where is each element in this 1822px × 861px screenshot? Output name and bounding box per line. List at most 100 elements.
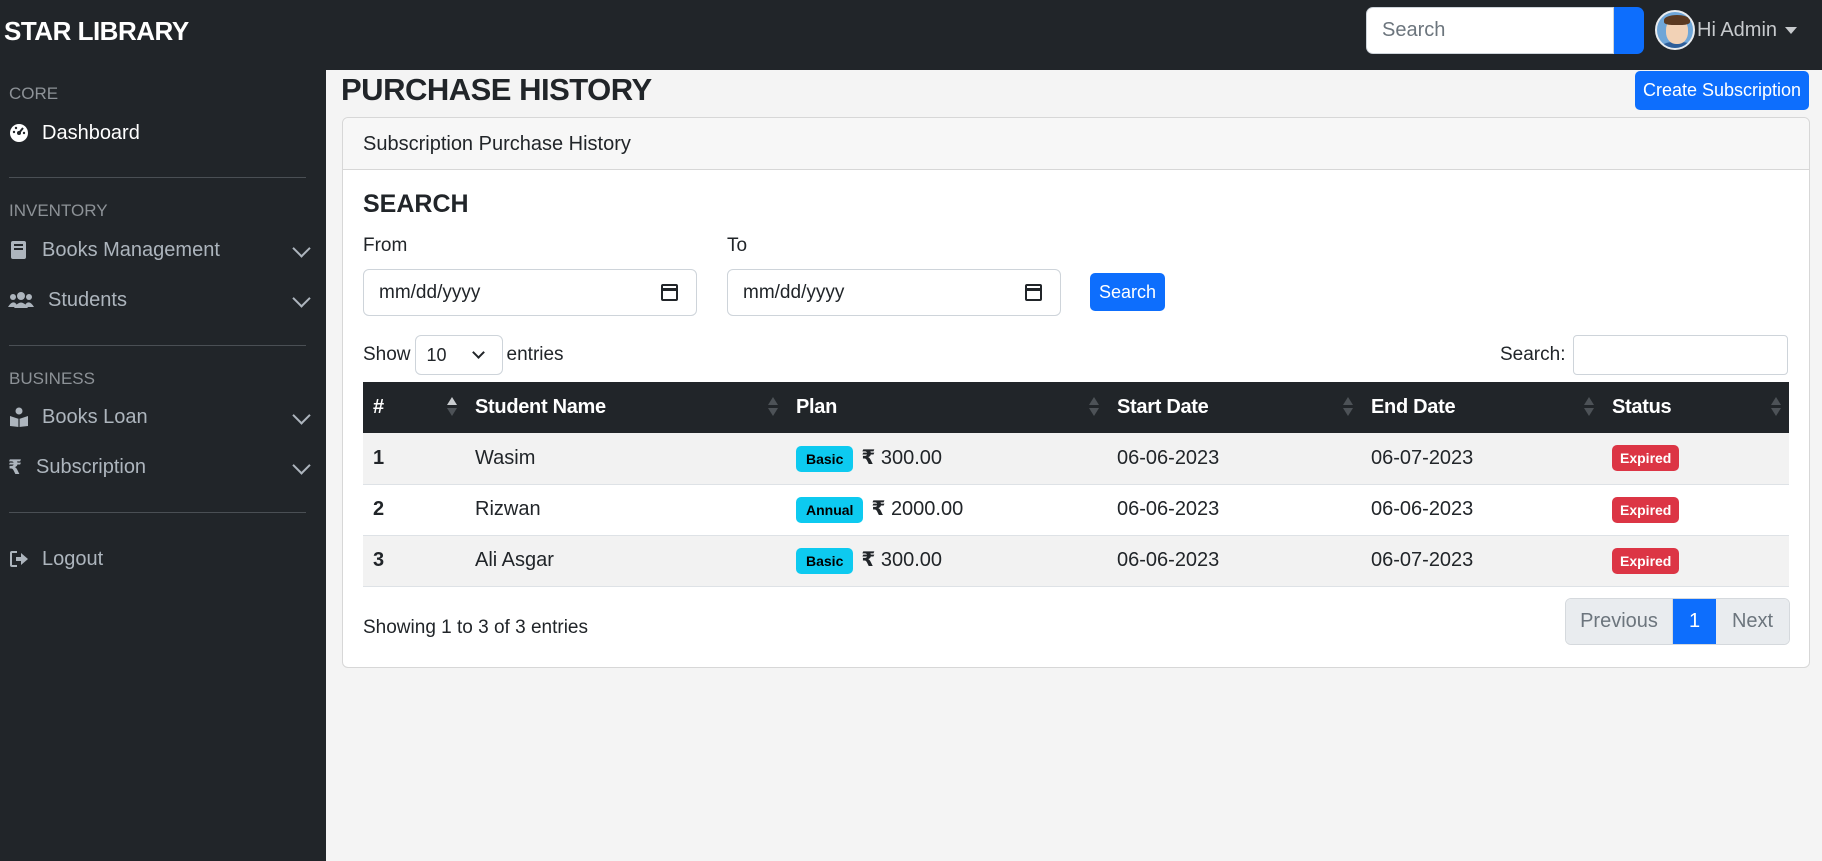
start-date: 06-06-2023 bbox=[1117, 549, 1220, 571]
plan-amount: 300.00 bbox=[880, 549, 943, 572]
to-date-value: mm/dd/yyyy bbox=[743, 281, 845, 303]
sort-icon bbox=[1343, 397, 1353, 417]
page-length-value: 10 bbox=[426, 344, 447, 365]
table-filter: Search: bbox=[1500, 335, 1789, 375]
navbar-search-input[interactable] bbox=[1366, 7, 1614, 54]
chevron-down-icon bbox=[292, 239, 311, 258]
rupee-icon: ₹ bbox=[871, 498, 886, 521]
show-label: Show bbox=[363, 344, 411, 365]
sidebar-item-label: Books Management bbox=[42, 238, 220, 261]
column-header-start-date[interactable]: Start Date bbox=[1107, 382, 1361, 433]
to-date-input[interactable]: mm/dd/yyyy bbox=[727, 269, 1061, 316]
status-cell: Expired bbox=[1602, 484, 1789, 535]
book-reader-icon bbox=[8, 406, 30, 428]
column-header-status[interactable]: Status bbox=[1602, 382, 1789, 433]
user-menu[interactable]: Hi Admin bbox=[1655, 10, 1798, 50]
column-header-student-name[interactable]: Student Name bbox=[465, 382, 786, 433]
row-number: 3 bbox=[373, 549, 385, 571]
page-length-select[interactable]: 10 bbox=[414, 335, 503, 375]
row-number: 2 bbox=[373, 498, 385, 520]
status-badge: Expired bbox=[1612, 496, 1680, 523]
table-row: 2 Rizwan Annual ₹ 2000.00 06-06-2023 06-0… bbox=[363, 484, 1789, 535]
brand-logo[interactable]: STAR LIBRARY bbox=[4, 16, 189, 47]
table-row: 3 Ali Asgar Basic ₹ 300.00 06-06-2023 06-… bbox=[363, 535, 1789, 586]
status-badge: Expired bbox=[1612, 445, 1680, 472]
page-title: PURCHASE HISTORY bbox=[341, 72, 652, 107]
sidebar-item-label: Books Loan bbox=[42, 405, 148, 428]
dashboard-gauge-icon bbox=[8, 122, 30, 144]
row-number: 1 bbox=[373, 446, 385, 469]
sort-icon bbox=[1584, 397, 1594, 417]
status-cell: Expired bbox=[1602, 433, 1789, 484]
date-search-button[interactable]: Search bbox=[1090, 273, 1165, 311]
start-date: 06-06-2023 bbox=[1117, 498, 1220, 520]
users-icon bbox=[8, 289, 34, 311]
sidebar-divider bbox=[9, 345, 306, 346]
sidebar-heading-inventory: INVENTORY bbox=[9, 201, 108, 220]
sidebar-item-books-management[interactable]: Books Management bbox=[8, 233, 311, 267]
sidebar-item-label: Logout bbox=[42, 547, 104, 570]
table-search-input[interactable] bbox=[1573, 335, 1789, 375]
sidebar-item-students[interactable]: Students bbox=[8, 283, 311, 317]
rupee-icon: ₹ bbox=[8, 456, 22, 479]
start-date: 06-06-2023 bbox=[1117, 446, 1220, 469]
pagination-next[interactable]: Next bbox=[1716, 599, 1789, 644]
plan-badge: Basic bbox=[796, 547, 854, 574]
end-date: 06-07-2023 bbox=[1371, 549, 1474, 571]
purchase-history-table: # Student Name Plan Start Date End Date … bbox=[363, 382, 1789, 587]
pagination: Previous 1 Next bbox=[1565, 598, 1790, 645]
chevron-down-icon bbox=[292, 456, 311, 475]
book-icon bbox=[8, 239, 30, 261]
sidebar-divider bbox=[9, 512, 306, 513]
sort-asc-icon bbox=[447, 397, 457, 417]
plan-cell: Annual ₹ 2000.00 bbox=[786, 484, 1107, 535]
table-row: 1 Wasim Basic ₹ 300.00 06-06-2023 06-07-2… bbox=[363, 433, 1789, 484]
sidebar-item-books-loan[interactable]: Books Loan bbox=[8, 400, 311, 434]
table-header-row: # Student Name Plan Start Date End Date … bbox=[363, 382, 1789, 433]
student-name: Rizwan bbox=[475, 498, 541, 520]
end-date: 06-07-2023 bbox=[1371, 446, 1474, 469]
filter-label: Search: bbox=[1500, 344, 1566, 365]
user-greeting: Hi Admin bbox=[1697, 18, 1778, 41]
chevron-down-icon bbox=[292, 406, 311, 425]
sidebar: CORE Dashboard INVENTORY Books Managemen… bbox=[0, 70, 326, 861]
avatar bbox=[1655, 10, 1695, 50]
column-header-end-date[interactable]: End Date bbox=[1361, 382, 1602, 433]
plan-amount: 2000.00 bbox=[890, 498, 964, 521]
rupee-icon: ₹ bbox=[861, 549, 876, 572]
sidebar-item-dashboard[interactable]: Dashboard bbox=[8, 116, 308, 150]
column-header-number[interactable]: # bbox=[363, 382, 465, 433]
column-header-plan[interactable]: Plan bbox=[786, 382, 1107, 433]
to-label: To bbox=[727, 235, 748, 256]
navbar-search-button[interactable] bbox=[1614, 7, 1644, 54]
pagination-previous[interactable]: Previous bbox=[1566, 599, 1673, 644]
sort-icon bbox=[768, 397, 778, 417]
chevron-down-icon bbox=[292, 289, 311, 308]
from-date-input[interactable]: mm/dd/yyyy bbox=[363, 269, 697, 316]
calendar-icon[interactable] bbox=[661, 284, 678, 301]
create-subscription-button[interactable]: Create Subscription bbox=[1635, 71, 1809, 110]
table-info: Showing 1 to 3 of 3 entries bbox=[363, 617, 588, 638]
sidebar-item-label: Subscription bbox=[36, 455, 147, 478]
pagination-page-1[interactable]: 1 bbox=[1673, 599, 1716, 644]
from-date-value: mm/dd/yyyy bbox=[379, 281, 481, 303]
sidebar-item-label: Dashboard bbox=[42, 121, 140, 144]
purchase-history-card: Subscription Purchase History SEARCH Fro… bbox=[342, 117, 1810, 668]
entries-label: entries bbox=[506, 344, 564, 365]
sidebar-divider bbox=[9, 177, 306, 178]
calendar-icon[interactable] bbox=[1025, 284, 1042, 301]
logout-icon bbox=[8, 548, 30, 570]
plan-cell: Basic ₹ 300.00 bbox=[786, 433, 1107, 484]
sidebar-item-logout[interactable]: Logout bbox=[8, 542, 308, 576]
student-name: Ali Asgar bbox=[475, 549, 554, 571]
plan-badge: Basic bbox=[796, 445, 854, 472]
plan-amount: 300.00 bbox=[880, 446, 943, 469]
plan-cell: Basic ₹ 300.00 bbox=[786, 535, 1107, 586]
search-section-title: SEARCH bbox=[363, 190, 469, 218]
sidebar-item-subscription[interactable]: ₹ Subscription bbox=[8, 450, 311, 484]
caret-down-icon bbox=[1785, 26, 1798, 34]
sidebar-item-label: Students bbox=[48, 288, 127, 311]
sort-icon bbox=[1089, 397, 1099, 417]
status-cell: Expired bbox=[1602, 535, 1789, 586]
sidebar-heading-business: BUSINESS bbox=[9, 369, 95, 388]
